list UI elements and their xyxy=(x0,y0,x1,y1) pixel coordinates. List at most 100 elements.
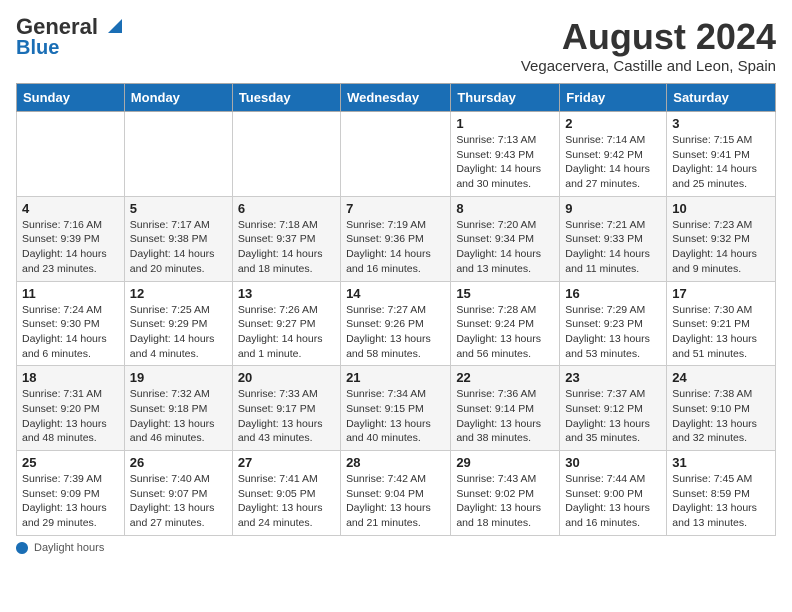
day-number: 19 xyxy=(130,370,227,385)
day-number: 6 xyxy=(238,201,335,216)
calendar-cell: 28 Sunrise: 7:42 AMSunset: 9:04 PMDayligh… xyxy=(341,451,451,536)
calendar-cell: 15Sunrise: 7:28 AMSunset: 9:24 PMDayligh… xyxy=(451,281,560,366)
day-number: 21 xyxy=(346,370,445,385)
day-info: Sunrise: 7:13 AMSunset: 9:43 PMDaylight:… xyxy=(456,133,554,192)
day-number: 30 xyxy=(565,455,661,470)
calendar-cell: 14 Sunrise: 7:27 AMSunset: 9:26 PMDayligh… xyxy=(341,281,451,366)
day-info: Sunrise: 7:15 AMSunset: 9:41 PMDaylight:… xyxy=(672,133,770,192)
calendar-cell: 30 Sunrise: 7:44 AMSunset: 9:00 PMDayligh… xyxy=(560,451,667,536)
header: General Blue August 2024 Vegacervera, Ca… xyxy=(16,16,776,75)
calendar-cell: 25Sunrise: 7:39 AMSunset: 9:09 PMDayligh… xyxy=(17,451,125,536)
weekday-wednesday: Wednesday xyxy=(341,84,451,112)
day-info: Sunrise: 7:26 AMSunset: 9:27 PMDaylight:… xyxy=(238,303,335,362)
day-number: 23 xyxy=(565,370,661,385)
weekday-sunday: Sunday xyxy=(17,84,125,112)
calendar-cell xyxy=(124,112,232,197)
day-number: 8 xyxy=(456,201,554,216)
weekday-monday: Monday xyxy=(124,84,232,112)
day-info: Sunrise: 7:17 AMSunset: 9:38 PMDaylight:… xyxy=(130,218,227,277)
day-info: Sunrise: 7:27 AMSunset: 9:26 PMDaylight:… xyxy=(346,303,445,362)
day-number: 3 xyxy=(672,116,770,131)
calendar-table: SundayMondayTuesdayWednesdayThursdayFrid… xyxy=(16,83,776,536)
calendar-cell: 16 Sunrise: 7:29 AMSunset: 9:23 PMDayligh… xyxy=(560,281,667,366)
day-number: 18 xyxy=(22,370,119,385)
calendar-cell: 19Sunrise: 7:32 AMSunset: 9:18 PMDayligh… xyxy=(124,366,232,451)
calendar-cell: 3 Sunrise: 7:15 AMSunset: 9:41 PMDaylight… xyxy=(667,112,776,197)
day-info: Sunrise: 7:19 AMSunset: 9:36 PMDaylight:… xyxy=(346,218,445,277)
day-number: 28 xyxy=(346,455,445,470)
week-row-1: 1Sunrise: 7:13 AMSunset: 9:43 PMDaylight… xyxy=(17,112,776,197)
calendar-cell: 5 Sunrise: 7:17 AMSunset: 9:38 PMDaylight… xyxy=(124,196,232,281)
day-number: 12 xyxy=(130,286,227,301)
week-row-2: 4 Sunrise: 7:16 AMSunset: 9:39 PMDaylight… xyxy=(17,196,776,281)
day-number: 22 xyxy=(456,370,554,385)
weekday-header: SundayMondayTuesdayWednesdayThursdayFrid… xyxy=(17,84,776,112)
day-info: Sunrise: 7:45 AMSunset: 8:59 PMDaylight:… xyxy=(672,472,770,531)
weekday-saturday: Saturday xyxy=(667,84,776,112)
calendar-cell: 1Sunrise: 7:13 AMSunset: 9:43 PMDaylight… xyxy=(451,112,560,197)
day-info: Sunrise: 7:38 AMSunset: 9:10 PMDaylight:… xyxy=(672,387,770,446)
day-info: Sunrise: 7:25 AMSunset: 9:29 PMDaylight:… xyxy=(130,303,227,362)
day-info: Sunrise: 7:16 AMSunset: 9:39 PMDaylight:… xyxy=(22,218,119,277)
calendar-cell xyxy=(341,112,451,197)
title-area: August 2024 Vegacervera, Castille and Le… xyxy=(521,16,776,75)
day-info: Sunrise: 7:40 AMSunset: 9:07 PMDaylight:… xyxy=(130,472,227,531)
day-number: 16 xyxy=(565,286,661,301)
day-number: 10 xyxy=(672,201,770,216)
calendar-cell: 22 Sunrise: 7:36 AMSunset: 9:14 PMDayligh… xyxy=(451,366,560,451)
calendar-cell: 7 Sunrise: 7:19 AMSunset: 9:36 PMDaylight… xyxy=(341,196,451,281)
calendar-cell: 17 Sunrise: 7:30 AMSunset: 9:21 PMDayligh… xyxy=(667,281,776,366)
calendar-cell xyxy=(232,112,340,197)
day-info: Sunrise: 7:42 AMSunset: 9:04 PMDaylight:… xyxy=(346,472,445,531)
day-number: 29 xyxy=(456,455,554,470)
day-number: 2 xyxy=(565,116,661,131)
day-info: Sunrise: 7:39 AMSunset: 9:09 PMDaylight:… xyxy=(22,472,119,531)
week-row-4: 18 Sunrise: 7:31 AMSunset: 9:20 PMDayligh… xyxy=(17,366,776,451)
weekday-friday: Friday xyxy=(560,84,667,112)
calendar-cell: 8 Sunrise: 7:20 AMSunset: 9:34 PMDaylight… xyxy=(451,196,560,281)
calendar-cell: 4 Sunrise: 7:16 AMSunset: 9:39 PMDaylight… xyxy=(17,196,125,281)
day-number: 24 xyxy=(672,370,770,385)
calendar-cell: 6Sunrise: 7:18 AMSunset: 9:37 PMDaylight… xyxy=(232,196,340,281)
calendar-cell: 11Sunrise: 7:24 AMSunset: 9:30 PMDayligh… xyxy=(17,281,125,366)
day-info: Sunrise: 7:21 AMSunset: 9:33 PMDaylight:… xyxy=(565,218,661,277)
day-info: Sunrise: 7:20 AMSunset: 9:34 PMDaylight:… xyxy=(456,218,554,277)
calendar-cell: 2Sunrise: 7:14 AMSunset: 9:42 PMDaylight… xyxy=(560,112,667,197)
calendar-cell: 13 Sunrise: 7:26 AMSunset: 9:27 PMDayligh… xyxy=(232,281,340,366)
week-row-5: 25Sunrise: 7:39 AMSunset: 9:09 PMDayligh… xyxy=(17,451,776,536)
day-number: 7 xyxy=(346,201,445,216)
day-info: Sunrise: 7:30 AMSunset: 9:21 PMDaylight:… xyxy=(672,303,770,362)
calendar-body: 1Sunrise: 7:13 AMSunset: 9:43 PMDaylight… xyxy=(17,112,776,536)
day-info: Sunrise: 7:29 AMSunset: 9:23 PMDaylight:… xyxy=(565,303,661,362)
calendar-cell: 23Sunrise: 7:37 AMSunset: 9:12 PMDayligh… xyxy=(560,366,667,451)
day-number: 17 xyxy=(672,286,770,301)
day-number: 4 xyxy=(22,201,119,216)
footer-label: Daylight hours xyxy=(34,542,104,554)
day-info: Sunrise: 7:44 AMSunset: 9:00 PMDaylight:… xyxy=(565,472,661,531)
calendar-cell: 10Sunrise: 7:23 AMSunset: 9:32 PMDayligh… xyxy=(667,196,776,281)
calendar-cell: 27Sunrise: 7:41 AMSunset: 9:05 PMDayligh… xyxy=(232,451,340,536)
week-row-3: 11Sunrise: 7:24 AMSunset: 9:30 PMDayligh… xyxy=(17,281,776,366)
calendar-cell: 31Sunrise: 7:45 AMSunset: 8:59 PMDayligh… xyxy=(667,451,776,536)
logo: General Blue xyxy=(16,16,122,58)
day-number: 11 xyxy=(22,286,119,301)
day-number: 27 xyxy=(238,455,335,470)
calendar-cell: 29Sunrise: 7:43 AMSunset: 9:02 PMDayligh… xyxy=(451,451,560,536)
day-info: Sunrise: 7:31 AMSunset: 9:20 PMDaylight:… xyxy=(22,387,119,446)
day-info: Sunrise: 7:36 AMSunset: 9:14 PMDaylight:… xyxy=(456,387,554,446)
calendar-cell xyxy=(17,112,125,197)
logo-general: General xyxy=(16,16,98,38)
calendar-cell: 20Sunrise: 7:33 AMSunset: 9:17 PMDayligh… xyxy=(232,366,340,451)
day-number: 20 xyxy=(238,370,335,385)
day-number: 5 xyxy=(130,201,227,216)
logo-icon xyxy=(100,15,122,37)
day-number: 14 xyxy=(346,286,445,301)
calendar-cell: 9Sunrise: 7:21 AMSunset: 9:33 PMDaylight… xyxy=(560,196,667,281)
weekday-tuesday: Tuesday xyxy=(232,84,340,112)
day-number: 13 xyxy=(238,286,335,301)
day-info: Sunrise: 7:28 AMSunset: 9:24 PMDaylight:… xyxy=(456,303,554,362)
month-year: August 2024 xyxy=(521,16,776,58)
footer-note: Daylight hours xyxy=(16,542,776,554)
calendar-cell: 26Sunrise: 7:40 AMSunset: 9:07 PMDayligh… xyxy=(124,451,232,536)
weekday-thursday: Thursday xyxy=(451,84,560,112)
